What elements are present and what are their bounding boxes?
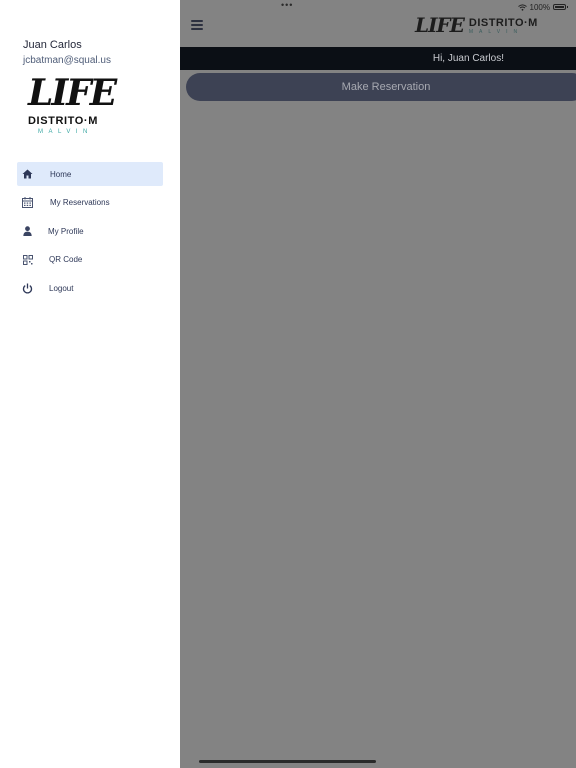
hamburger-menu-icon[interactable]: [191, 20, 203, 30]
make-reservation-label: Make Reservation: [341, 81, 431, 93]
nav-item-label: My Reservations: [50, 198, 110, 208]
drawer-logo-distrito: DISTRITO·M: [28, 115, 98, 127]
header-logo-life: LIFE: [415, 13, 465, 37]
nav-item-label: QR Code: [49, 255, 83, 265]
main-content-overlay[interactable]: ••• 100% LIFE DISTRITO·M MALVIN Hi, Juan…: [180, 0, 576, 768]
nav-item-label: Home: [50, 169, 72, 179]
nav-item-qr-code[interactable]: QR Code: [17, 248, 163, 272]
user-icon: [21, 225, 34, 238]
qr-code-icon: [21, 253, 34, 266]
user-name: Juan Carlos: [23, 39, 82, 51]
nav-item-label: Logout: [49, 283, 74, 293]
make-reservation-button[interactable]: Make Reservation: [186, 73, 576, 101]
drawer-logo: LIFE DISTRITO·M MALVIN: [28, 72, 117, 135]
header-logo-malvin: MALVIN: [468, 29, 524, 35]
drawer-logo-malvin: MALVIN: [38, 129, 93, 135]
user-email: jcbatman@squal.us: [23, 55, 111, 66]
home-icon: [21, 168, 34, 181]
header-logo: LIFE DISTRITO·M MALVIN: [415, 10, 538, 36]
app-header: LIFE DISTRITO·M MALVIN: [180, 0, 576, 47]
nav-item-my-reservations[interactable]: My Reservations: [17, 191, 163, 215]
nav-item-label: My Profile: [48, 226, 84, 236]
nav-item-logout[interactable]: Logout: [17, 276, 163, 300]
nav-item-home[interactable]: Home: [17, 162, 163, 186]
drawer-logo-life: LIFE: [28, 72, 117, 114]
power-icon: [21, 282, 34, 295]
greeting-text: Hi, Juan Carlos!: [432, 53, 504, 64]
drawer-nav: Home My Reservations My Profile QR Code …: [17, 162, 163, 305]
calendar-icon: [21, 196, 34, 209]
nav-item-my-profile[interactable]: My Profile: [17, 219, 163, 243]
header-logo-distrito: DISTRITO·M: [468, 17, 538, 29]
greeting-bar: Hi, Juan Carlos!: [180, 47, 576, 70]
navigation-drawer: Juan Carlos jcbatman@squal.us LIFE DISTR…: [0, 0, 180, 768]
home-indicator[interactable]: [199, 760, 376, 763]
